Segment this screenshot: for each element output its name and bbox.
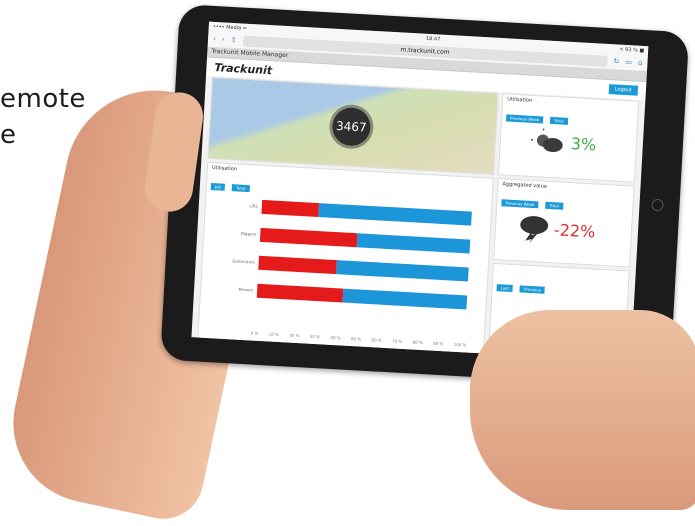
third-pill-2[interactable]: Previous	[520, 285, 545, 293]
weather-up-pill-2[interactable]: Total	[550, 117, 568, 125]
logout-button[interactable]: Logout	[609, 84, 639, 96]
bar-segment-used	[260, 228, 357, 247]
bar-segment-used	[261, 200, 318, 217]
utilisation-panel: Utilisation Job Total LiftsDiggersGenera…	[197, 162, 493, 356]
util-pill-1[interactable]: Job	[211, 183, 226, 191]
bar-row[interactable]	[258, 256, 468, 282]
bar-segment-remaining	[318, 203, 472, 226]
weather-up-value: 3%	[570, 134, 596, 154]
bar-label: Generators	[211, 257, 255, 264]
weather-card-up: Utilisation Previous Week Total 3%	[498, 93, 639, 183]
x-axis-ticks: 0 % 10 % 20 % 30 % 40 % 50 % 60 % 70 % 80 % 90 % 1…	[251, 330, 467, 347]
carrier: •••• Media ≈	[213, 23, 247, 31]
bar-label: Movers	[209, 285, 253, 292]
back-icon[interactable]: ‹	[213, 35, 216, 43]
clock: 18:47	[426, 35, 441, 42]
tick-label: 30 %	[310, 334, 320, 340]
bookmarks-icon[interactable]: ▭	[625, 58, 632, 66]
util-pill-2[interactable]: Total	[232, 184, 250, 192]
forward-icon[interactable]: ›	[222, 35, 225, 43]
home-button[interactable]	[651, 199, 664, 212]
share-icon[interactable]: ⇪	[230, 36, 236, 44]
map-cluster-count[interactable]: 3467	[331, 107, 371, 147]
bar-label: Diggers	[212, 229, 256, 236]
tick-label: 70 %	[392, 338, 402, 344]
bar-row[interactable]	[260, 228, 470, 254]
tick-label: 10 %	[269, 331, 279, 337]
background-heading-line1: emote	[0, 84, 86, 114]
tick-label: 80 %	[412, 340, 422, 346]
tick-label: 40 %	[330, 335, 340, 341]
bar-segment-remaining	[343, 289, 467, 310]
bar-segment-used	[257, 284, 344, 303]
bar-row[interactable]	[257, 284, 467, 310]
tick-label: 20 %	[289, 333, 299, 339]
bar-label: Lifts	[214, 201, 258, 208]
background-heading-line2: e	[0, 120, 17, 150]
trackunit-logo: Trackunit	[214, 61, 272, 77]
reload-icon[interactable]: ↻	[613, 57, 619, 65]
battery: ≺ 93 % ■	[619, 46, 644, 53]
weather-up-pill-1[interactable]: Previous Week	[506, 114, 543, 123]
weather-down-pill-1[interactable]: Previous Week	[501, 199, 538, 208]
right-hand	[470, 310, 695, 510]
tick-label: 90 %	[433, 341, 443, 347]
map-panel[interactable]: 3467	[207, 77, 498, 175]
bar-segment-remaining	[356, 233, 470, 253]
tick-label: 0 %	[251, 330, 259, 335]
tabs-icon[interactable]: ⌂	[638, 59, 643, 67]
storm-cloud-icon	[517, 212, 551, 244]
bar-segment-used	[258, 256, 336, 274]
weather-down-value: -22%	[553, 220, 595, 241]
weather-card-down: Aggregated value Previous Week Total -22…	[493, 178, 634, 268]
tick-label: 100 %	[454, 342, 467, 348]
third-pill-1[interactable]: Last	[496, 284, 513, 292]
sun-cloud-icon	[530, 128, 565, 156]
weather-down-pill-2[interactable]: Total	[545, 202, 563, 210]
tick-label: 60 %	[371, 337, 381, 343]
tick-label: 50 %	[351, 336, 361, 342]
bar-segment-remaining	[336, 260, 469, 281]
